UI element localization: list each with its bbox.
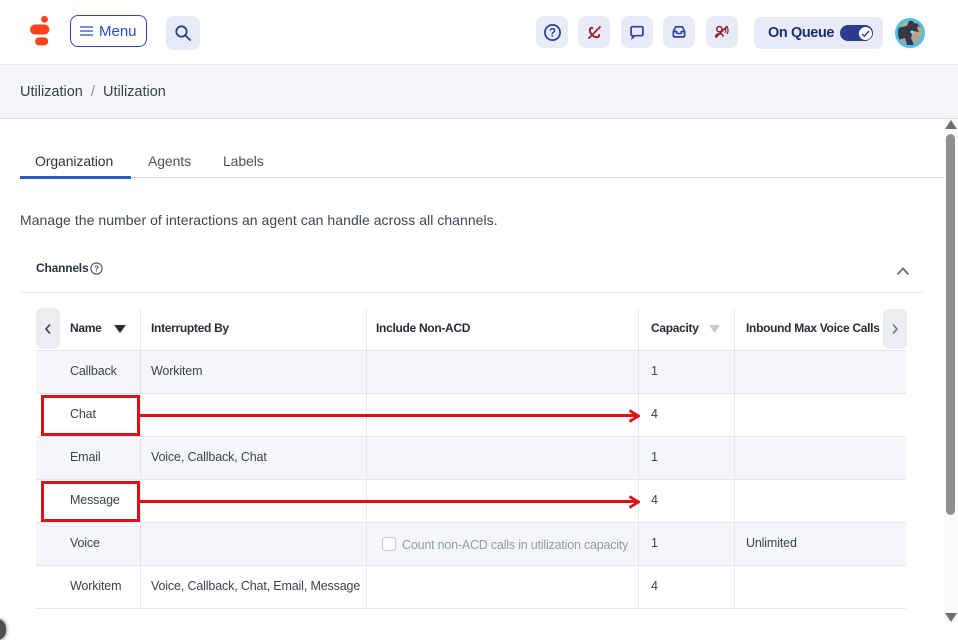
- svg-text:?: ?: [548, 27, 555, 39]
- svg-text:?: ?: [94, 264, 99, 274]
